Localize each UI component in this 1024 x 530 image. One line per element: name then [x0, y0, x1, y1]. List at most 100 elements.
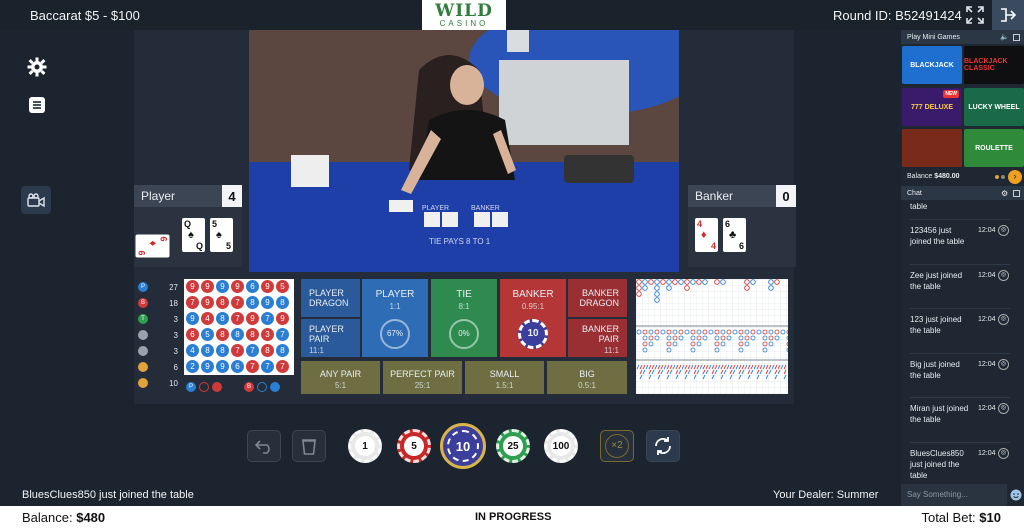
- bead: 9: [276, 312, 289, 325]
- banker-pair-bet[interactable]: BANKER PAIR 11:1: [568, 319, 627, 357]
- trash-icon: [302, 439, 316, 455]
- round-label: Round ID:: [833, 8, 892, 23]
- double-button[interactable]: ×2: [600, 430, 634, 462]
- top-bar: Baccarat $5 - $100 WILD CASINO Round ID:…: [0, 0, 1024, 30]
- video-tie-label: TIE PAYS 8 TO 1: [429, 237, 491, 246]
- bead: 8: [216, 344, 229, 357]
- bead: 3: [261, 328, 274, 341]
- bead: 2: [186, 360, 199, 373]
- chat-time: 12:04: [978, 405, 996, 412]
- bead: 7: [186, 296, 199, 309]
- stat-row: 3: [138, 327, 178, 343]
- camera-icon: [27, 193, 45, 207]
- bead-road: 9999695798789894879796588837488778829967…: [184, 279, 294, 375]
- next-games-button[interactable]: ›: [1008, 170, 1022, 184]
- chip-5[interactable]: 5: [397, 429, 431, 463]
- video-banker-label: BANKER: [471, 205, 500, 212]
- chip-25[interactable]: 25: [496, 429, 530, 463]
- mini-game-777-deluxe[interactable]: 777 DELUXE NEW: [902, 88, 962, 126]
- chat-user-icon[interactable]: ◎: [998, 314, 1009, 325]
- player-dragon-bet[interactable]: PLAYER DRAGON: [301, 279, 360, 317]
- stat-count: 3: [173, 330, 178, 340]
- undo-button[interactable]: [247, 430, 281, 462]
- bet-odds: 11:1: [604, 346, 619, 355]
- exit-button[interactable]: [992, 0, 1024, 30]
- rebet-button[interactable]: [646, 430, 680, 462]
- camera-button[interactable]: [21, 186, 51, 214]
- card-rank: 4: [710, 241, 716, 251]
- mini-games-title: Play Mini Games: [907, 33, 960, 41]
- mini-game-lucky-wheel[interactable]: LUCKY WHEEL: [964, 88, 1024, 126]
- fullscreen-icon[interactable]: [966, 6, 984, 24]
- chat-user-icon[interactable]: ◎: [998, 403, 1009, 414]
- chat-message: BluesClues850 just joined the table 12:04…: [910, 447, 1020, 481]
- balance-label: Balance:: [22, 510, 73, 525]
- sound-icon[interactable]: 🔈: [1000, 33, 1009, 41]
- any-pair-bet[interactable]: ANY PAIR 5:1: [301, 361, 380, 394]
- bead: 8: [276, 296, 289, 309]
- bead: 9: [231, 280, 244, 293]
- stat-dot: P: [138, 282, 148, 292]
- card-rank: 6: [738, 241, 744, 251]
- chat-text: 123 just joined the table: [910, 315, 962, 335]
- banker-hand: Banker 0 4 ♦ 4 6 ♣ 6: [688, 185, 796, 267]
- player-score: 4: [222, 185, 242, 207]
- mini-game-football[interactable]: ROULETTE: [964, 129, 1024, 167]
- card-suit: ♦: [146, 240, 159, 247]
- big-bet[interactable]: BIG 0.5:1: [547, 361, 627, 394]
- predict-dot: [212, 382, 222, 392]
- game-title: Baccarat $5 - $100: [30, 8, 140, 23]
- minimize-icon[interactable]: [1013, 33, 1020, 41]
- settings-button[interactable]: [24, 54, 50, 80]
- smiley-icon: [1010, 489, 1021, 501]
- mini-game-blackjack[interactable]: BLACKJACK: [902, 46, 962, 84]
- emoji-button[interactable]: [1007, 484, 1024, 506]
- chat-user-icon[interactable]: ◎: [998, 225, 1009, 236]
- playing-card: 6 ♣ 6: [723, 218, 746, 252]
- bead: 8: [246, 296, 259, 309]
- chat-input[interactable]: Say Something...: [901, 484, 1007, 506]
- mini-game-blackjack-classic[interactable]: BLACKJACK CLASSIC: [964, 46, 1024, 84]
- player-bet[interactable]: PLAYER 1:1 67%: [362, 279, 428, 357]
- mini-game-roulette[interactable]: [902, 129, 962, 167]
- chat-user-icon[interactable]: ◎: [998, 447, 1009, 459]
- total-bet: Total Bet: $10: [921, 510, 1001, 525]
- perfect-pair-bet[interactable]: PERFECT PAIR 25:1: [383, 361, 462, 394]
- predict-circle: [257, 382, 267, 392]
- bead: 9: [201, 360, 214, 373]
- chat-user-icon[interactable]: ◎: [998, 358, 1009, 370]
- chat-message-partial: table: [910, 202, 928, 211]
- chat-settings-icon[interactable]: ⚙: [1001, 189, 1008, 198]
- chat-minimize-icon[interactable]: [1013, 189, 1020, 197]
- bet-odds: 1.5:1: [495, 381, 514, 390]
- mini-games-header: Play Mini Games 🔈: [901, 30, 1024, 44]
- bead: 6: [246, 280, 259, 293]
- bet-odds: 1:1: [389, 302, 401, 311]
- stat-row: T3: [138, 311, 178, 327]
- bet-name: ANY PAIR: [319, 369, 362, 379]
- chat-divider: [910, 219, 1010, 220]
- chat-message: Miran just joined the table 12:04 ◎: [910, 403, 1020, 425]
- bead: 9: [246, 312, 259, 325]
- chip-100[interactable]: 100: [544, 429, 578, 463]
- bead: 7: [246, 344, 259, 357]
- chip-1[interactable]: 1: [348, 429, 382, 463]
- tie-bet[interactable]: TIE 8:1 0%: [431, 279, 497, 357]
- chat-time: 12:04: [978, 316, 996, 323]
- chat-message: 123 just joined the table 12:04 ◎: [910, 314, 1020, 336]
- predict-player[interactable]: P: [186, 382, 196, 392]
- predict-banker[interactable]: B: [244, 382, 254, 392]
- chat-time: 12:04: [978, 271, 996, 279]
- bead: 9: [186, 312, 199, 325]
- small-bet[interactable]: SMALL 1.5:1: [465, 361, 544, 394]
- history-button[interactable]: [24, 92, 50, 118]
- banker-bet[interactable]: BANKER 0.95:1 10: [500, 279, 566, 357]
- clear-button[interactable]: [292, 430, 326, 462]
- chip-10[interactable]: 10: [440, 423, 486, 469]
- bead: 6: [231, 360, 244, 373]
- bet-name: PLAYER PAIR: [309, 324, 344, 344]
- banker-dragon-bet[interactable]: BANKER DRAGON: [568, 279, 627, 317]
- chat-user-icon[interactable]: ◎: [998, 269, 1009, 281]
- player-pair-bet[interactable]: PLAYER PAIR 11:1: [301, 319, 360, 357]
- chat-text: Big just joined the table: [910, 359, 960, 380]
